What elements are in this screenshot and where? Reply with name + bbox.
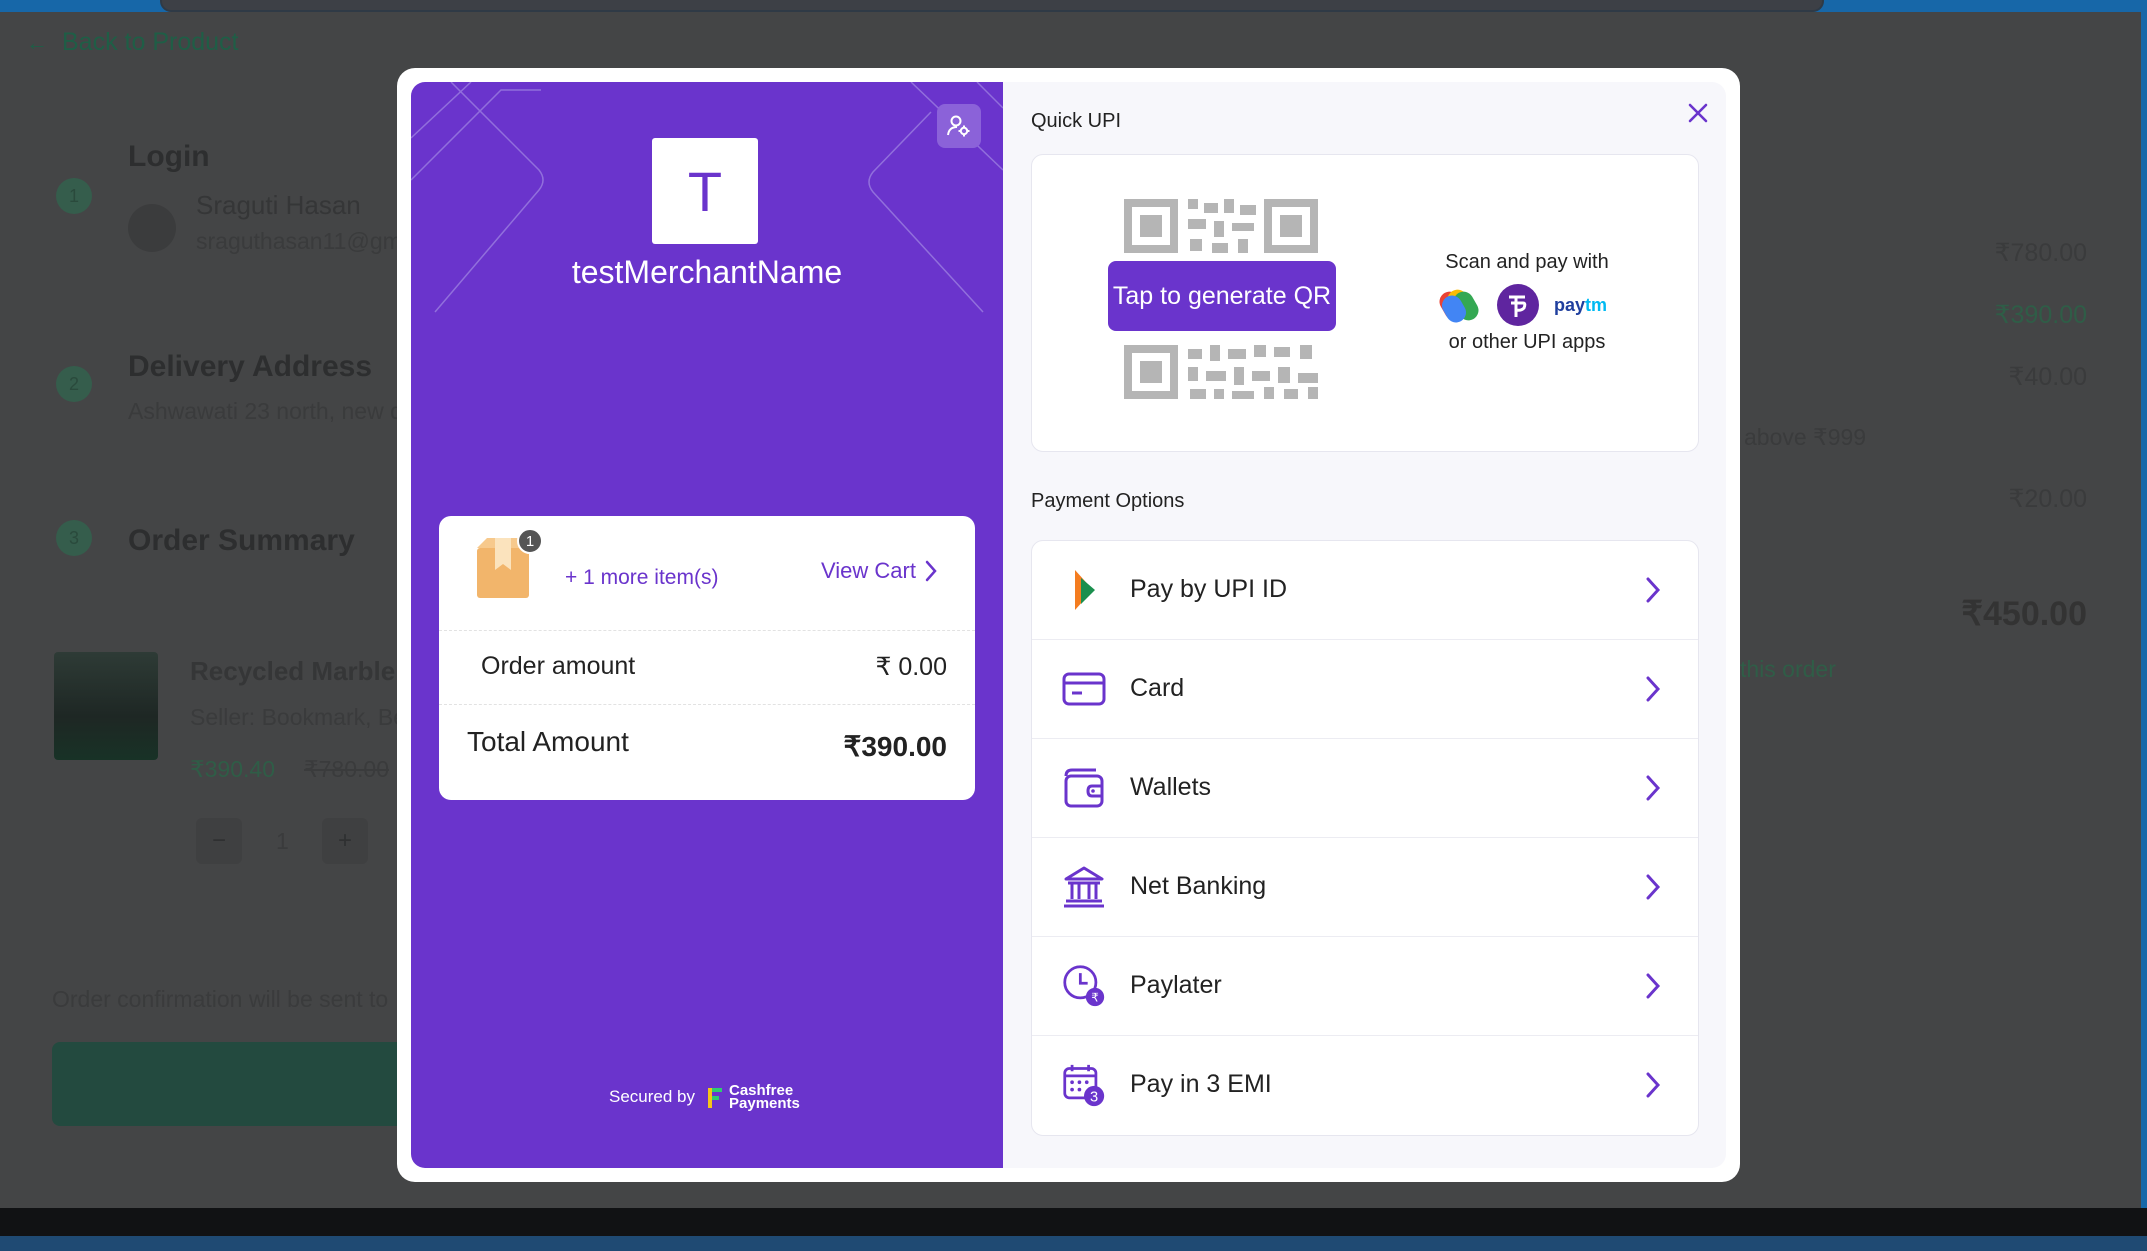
payment-modal: T testMerchantName 1 + 1 more item(s) Vi… <box>397 68 1740 1182</box>
chevron-right-icon <box>1646 874 1661 900</box>
top-navbar <box>0 0 2147 12</box>
option-label: Pay in 3 EMI <box>1130 1070 1272 1098</box>
back-to-product-link: ← Back to Product <box>26 28 238 57</box>
qty-plus-button: + <box>322 818 368 864</box>
taskbar-strip <box>0 1236 2147 1251</box>
option-upi-id[interactable]: Pay by UPI ID <box>1032 541 1698 640</box>
bank-icon <box>1062 865 1106 909</box>
cashfree-logo: Cashfree Payments <box>707 1083 800 1112</box>
total-amount-value: ₹390.00 <box>843 731 947 762</box>
option-label: Wallets <box>1130 773 1212 801</box>
scan-and-pay-text: Scan and pay with <box>1445 251 1609 273</box>
option-wallets[interactable]: Wallets <box>1032 739 1698 838</box>
step-number-address: 2 <box>56 366 92 402</box>
merchant-panel: T testMerchantName 1 + 1 more item(s) Vi… <box>411 82 1003 1168</box>
other-upi-apps-text: or other UPI apps <box>1448 331 1606 353</box>
merchant-name: testMerchantName <box>571 254 843 290</box>
gpay-icon <box>1439 289 1479 323</box>
cart-summary-card: 1 + 1 more item(s) View Cart Order amoun… <box>439 516 975 800</box>
step-number-login: 1 <box>56 178 92 214</box>
option-emi[interactable]: 3 Pay in 3 EMI <box>1032 1036 1698 1134</box>
view-cart-link[interactable]: View Cart <box>821 558 938 584</box>
price-delivery: ₹40.00 <box>2008 363 2087 391</box>
product-price: ₹390.40 <box>190 756 275 782</box>
merchant-logo: T <box>652 138 758 244</box>
paytm-icon: paytm <box>1554 295 1607 315</box>
navbar-search-bar <box>160 0 1824 12</box>
wallet-icon <box>1062 766 1106 810</box>
cart-count-badge: 1 <box>517 528 543 554</box>
qty-minus-button: − <box>196 818 242 864</box>
qty-value: 1 <box>276 828 289 854</box>
cashfree-brand-line2: Payments <box>729 1095 800 1112</box>
step-title-login: Login <box>128 140 210 173</box>
chevron-right-icon <box>1646 1072 1661 1098</box>
secured-by-label: Secured by <box>609 1087 695 1106</box>
option-label: Pay by UPI ID <box>1130 575 1287 603</box>
total-amount-label: Total Amount <box>467 726 629 757</box>
window-edge <box>2141 0 2147 1251</box>
card-icon <box>1062 667 1106 711</box>
user-avatar <box>128 204 176 252</box>
order-amount-row: Order amount ₹ 0.00 <box>439 630 975 705</box>
price-fee: ₹20.00 <box>2008 485 2087 513</box>
price-discount: ₹390.00 <box>1994 301 2087 329</box>
chevron-right-icon <box>1646 973 1661 999</box>
product-title: Recycled Marble <box>190 656 396 686</box>
payment-options-title: Payment Options <box>1031 490 1185 512</box>
option-label: Card <box>1130 674 1185 702</box>
option-label: Net Banking <box>1130 872 1267 900</box>
payment-options-list: Pay by UPI ID Card Wallets Net Banking ₹… <box>1031 540 1699 1136</box>
rupee-symbol: ₹ <box>1091 991 1099 1005</box>
quick-upi-card: Tap to generate QR Scan and pay with pay… <box>1031 154 1699 452</box>
price-total-mrp: ₹780.00 <box>1994 239 2087 267</box>
free-delivery-note: above ₹999 <box>1744 424 1867 450</box>
order-amount-value: ₹ 0.00 <box>875 653 947 681</box>
user-settings-icon <box>947 115 970 137</box>
product-mrp: ₹780.00 <box>304 756 389 782</box>
close-button[interactable] <box>1683 98 1713 128</box>
step-number-summary: 3 <box>56 520 92 556</box>
cashfree-mark-icon <box>708 1088 722 1108</box>
order-amount-label: Order amount <box>481 652 636 680</box>
settings-button[interactable] <box>937 104 981 148</box>
close-icon <box>1688 103 1708 123</box>
paytm-wordmark-tm: tm <box>1585 295 1607 315</box>
step-title-address: Delivery Address <box>128 350 373 383</box>
product-thumbnail <box>54 652 158 760</box>
upi-app-logos: paytm <box>1438 283 1614 327</box>
step-title-summary: Order Summary <box>128 524 355 557</box>
emi-count: 3 <box>1090 1090 1098 1106</box>
quick-upi-title: Quick UPI <box>1031 110 1122 132</box>
confirmation-note: Order confirmation will be sent to <box>52 986 389 1012</box>
cart-items-row: 1 + 1 more item(s) View Cart <box>439 516 975 631</box>
emi-icon: 3 <box>1062 1063 1106 1107</box>
payment-methods-panel: Quick UPI Tap to generate QR Scan and pa… <box>1003 82 1726 1168</box>
back-link-label: Back to Product <box>62 28 239 56</box>
phonepe-icon <box>1497 284 1539 326</box>
address-text: Ashwawati 23 north, new delhi <box>128 398 439 424</box>
price-grand-total: ₹450.00 <box>1961 595 2087 633</box>
paytm-wordmark-pay: pay <box>1554 295 1585 315</box>
chevron-right-icon <box>1646 577 1661 603</box>
merchant-initial: T <box>687 159 723 223</box>
chevron-right-icon <box>1646 676 1661 702</box>
option-net-banking[interactable]: Net Banking <box>1032 838 1698 937</box>
paylater-icon: ₹ <box>1062 964 1106 1008</box>
user-name: Sraguti Hasan <box>196 190 361 220</box>
more-items-text: + 1 more item(s) <box>565 566 719 589</box>
option-card[interactable]: Card <box>1032 640 1698 739</box>
back-arrow-icon: ← <box>26 29 48 55</box>
generate-qr-button[interactable]: Tap to generate QR <box>1108 261 1336 331</box>
svg-text:paytm: paytm <box>1554 295 1607 315</box>
upi-icon <box>1062 568 1106 612</box>
savings-note: this order <box>1740 656 1836 682</box>
option-label: Paylater <box>1130 971 1222 999</box>
secured-by-footer: Secured by Cashfree Payments <box>609 1083 800 1112</box>
option-paylater[interactable]: ₹ Paylater <box>1032 937 1698 1036</box>
continue-button <box>52 1042 452 1126</box>
view-cart-label: View Cart <box>821 558 916 583</box>
chevron-right-icon <box>925 560 937 582</box>
chevron-right-icon <box>1646 775 1661 801</box>
